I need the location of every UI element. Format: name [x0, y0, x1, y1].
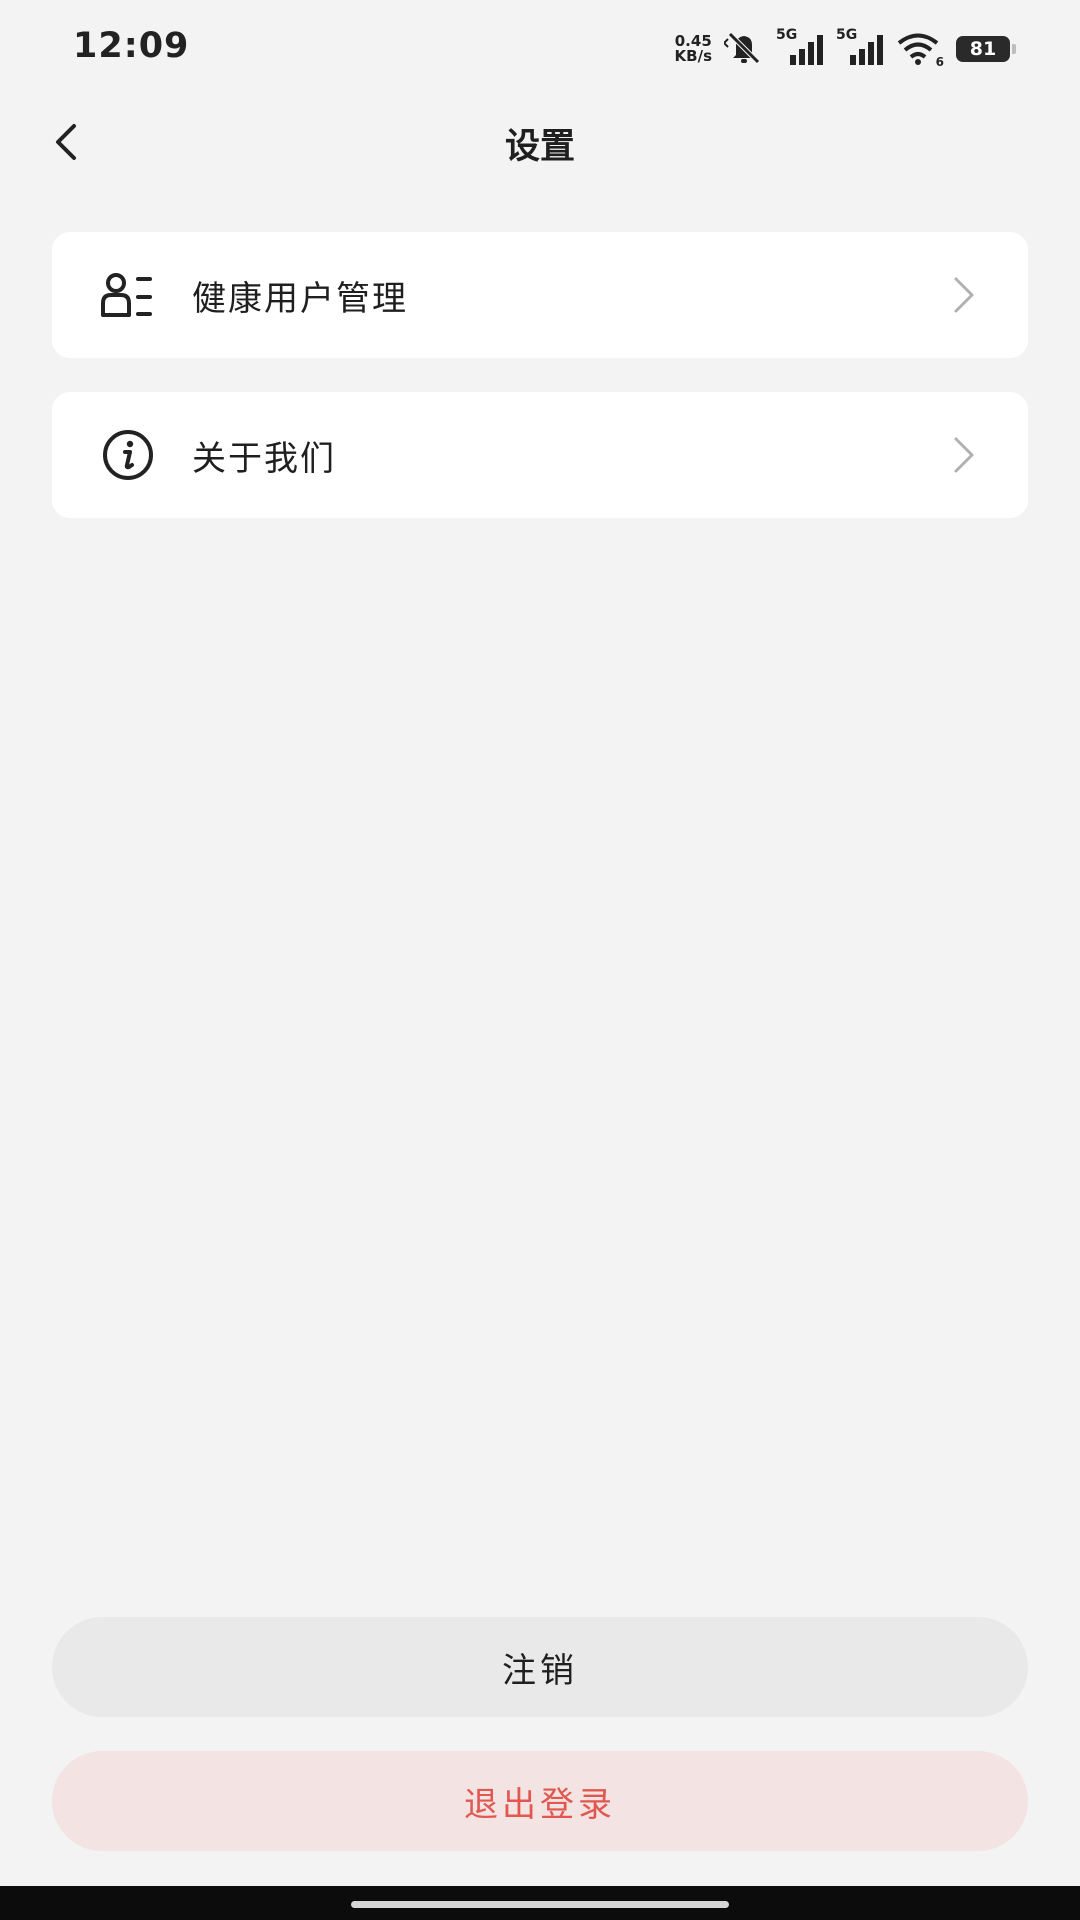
signal-sim2: 5G [836, 27, 884, 67]
home-indicator[interactable] [351, 1901, 729, 1908]
network-speed: 0.45 KB/s [675, 34, 712, 64]
battery-indicator: 81 [956, 36, 1016, 62]
chevron-right-icon [944, 435, 984, 475]
menu-item-label: 关于我们 [192, 438, 336, 479]
menu-item-about-us[interactable]: 关于我们 [52, 392, 1028, 518]
menu-item-label: 健康用户管理 [192, 278, 408, 319]
header-bar: 设置 [0, 96, 1080, 192]
info-icon [98, 425, 158, 485]
mute-bell-icon [723, 29, 764, 69]
navigation-bar [0, 1886, 1080, 1920]
network-speed-unit: KB/s [674, 47, 712, 65]
wifi-icon: 6 [896, 31, 944, 69]
user-list-icon [98, 265, 158, 325]
menu-item-health-user-management[interactable]: 健康用户管理 [52, 232, 1028, 358]
page-title: 设置 [504, 127, 575, 167]
settings-screen: 12:09 0.45 KB/s 5G 5G 6 81 设置 健康用户管理 关于我… [0, 0, 1080, 1920]
status-time: 12:09 [73, 26, 190, 66]
chevron-right-icon [944, 275, 984, 315]
deregister-button[interactable]: 注销 [52, 1617, 1028, 1717]
status-icons: 0.45 KB/s 5G 5G 6 81 [675, 27, 1016, 70]
logout-button[interactable]: 退出登录 [52, 1751, 1028, 1851]
signal-sim1: 5G [776, 27, 824, 67]
wifi-tag: 6 [935, 55, 944, 69]
status-bar: 12:09 0.45 KB/s 5G 5G 6 81 [0, 0, 1080, 96]
